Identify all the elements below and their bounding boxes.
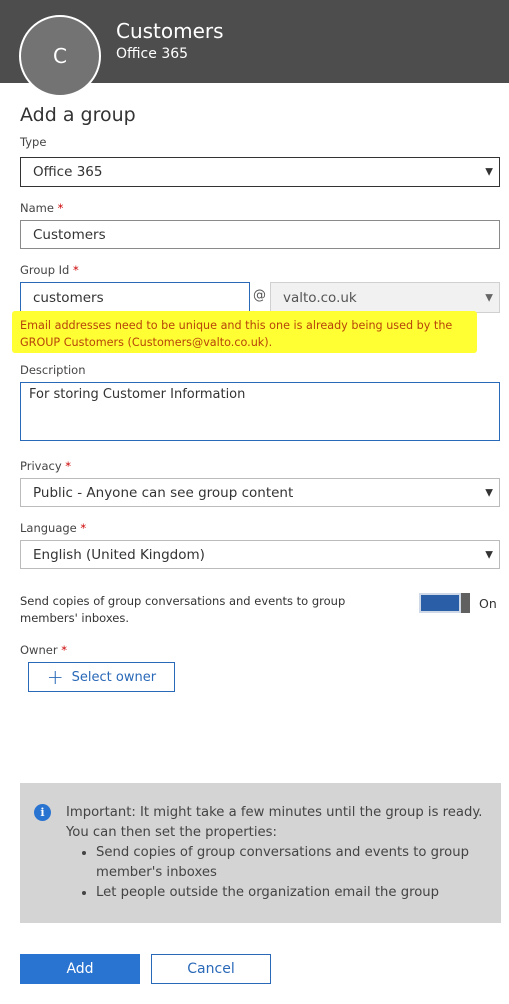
owner-label: Owner * [20, 643, 67, 657]
description-label-text: Description [20, 363, 86, 377]
send-copies-label: Send copies of group conversations and e… [20, 594, 346, 625]
info-list-item: Send copies of group conversations and e… [96, 843, 486, 883]
domain-select[interactable]: valto.co.uk ▼ [270, 282, 500, 313]
language-value: English (United Kingdom) [33, 546, 205, 563]
send-copies-toggle[interactable] [419, 593, 470, 613]
chevron-down-icon: ▼ [485, 487, 493, 498]
language-select[interactable]: English (United Kingdom) ▼ [20, 540, 500, 569]
plus-icon: + [46, 665, 64, 689]
required-mark: * [73, 263, 79, 277]
select-owner-label: Select owner [71, 669, 157, 685]
language-label: Language * [20, 521, 86, 535]
required-mark: * [57, 201, 64, 215]
type-label-text: Type [20, 135, 47, 149]
info-line-1: Important: It might take a few minutes u… [66, 805, 483, 820]
type-select[interactable]: Office 365 ▼ [20, 157, 500, 187]
chevron-down-icon: ▼ [485, 166, 493, 178]
toggle-thumb [461, 593, 470, 613]
name-value: Customers [33, 226, 106, 243]
chevron-down-icon: ▼ [485, 292, 493, 303]
privacy-select[interactable]: Public - Anyone can see group content ▼ [20, 478, 500, 507]
name-input[interactable]: Customers [20, 220, 500, 249]
group-title: Customers [116, 19, 224, 43]
group-id-label: Group Id * [20, 263, 79, 277]
chevron-down-icon: ▼ [485, 549, 493, 560]
avatar: C [19, 15, 101, 97]
name-label: Name * [20, 201, 63, 215]
type-value: Office 365 [33, 164, 103, 180]
required-mark: * [80, 521, 87, 535]
header-bar: C Customers Office 365 [0, 0, 509, 97]
required-mark: * [61, 643, 67, 657]
toggle-state-label: On [479, 596, 497, 611]
description-label: Description [20, 363, 86, 377]
privacy-value: Public - Anyone can see group content [33, 484, 294, 501]
info-icon: i [34, 804, 51, 821]
info-panel: i Important: It might take a few minutes… [20, 783, 501, 923]
toggle-track [419, 593, 461, 613]
info-text: Important: It might take a few minutes u… [66, 803, 486, 903]
group-id-label-text: Group Id [20, 263, 70, 277]
type-label: Type [20, 135, 46, 149]
info-line-2: You can then set the properties: [66, 825, 277, 840]
domain-value: valto.co.uk [283, 289, 357, 306]
add-button[interactable]: Add [20, 954, 140, 984]
info-list-item: Let people outside the organization emai… [96, 883, 486, 903]
group-id-error: Email addresses need to be unique and th… [20, 319, 453, 349]
cancel-button[interactable]: Cancel [151, 954, 271, 984]
privacy-label: Privacy * [20, 459, 71, 473]
owner-label-text: Owner [20, 643, 58, 657]
group-id-input[interactable]: customers [20, 282, 250, 313]
required-mark: * [65, 459, 72, 473]
select-owner-button[interactable]: + Select owner [28, 662, 175, 692]
privacy-label-text: Privacy [20, 459, 62, 473]
at-sign: @ [253, 288, 266, 303]
group-subtitle: Office 365 [116, 46, 189, 62]
name-label-text: Name [20, 201, 54, 215]
language-label-text: Language [20, 521, 77, 535]
group-id-value: customers [33, 289, 104, 306]
description-textarea[interactable]: For storing Customer Information [20, 382, 500, 441]
page-title: Add a group [20, 104, 136, 126]
info-list: Send copies of group conversations and e… [66, 843, 486, 903]
